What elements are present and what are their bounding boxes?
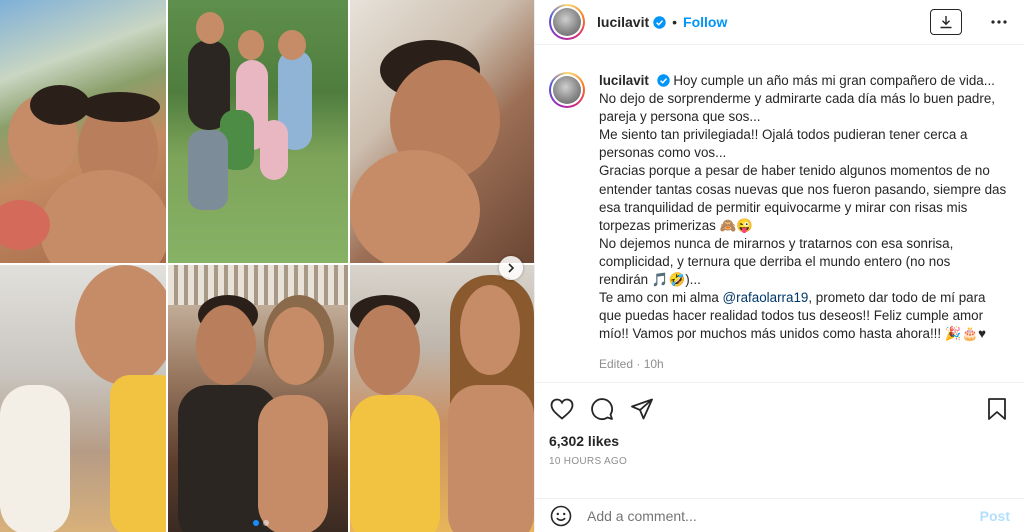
photo-collage	[0, 0, 534, 532]
edited-separator: ·	[633, 357, 644, 372]
more-options-button[interactable]	[988, 20, 1010, 24]
post-comment-button[interactable]: Post	[980, 508, 1010, 524]
next-slide-button[interactable]	[499, 256, 523, 280]
emoji-button[interactable]	[549, 504, 573, 528]
caption-line-16: mío!! Vamos por muchos más unidos como h…	[599, 326, 987, 342]
collage-photo-5	[168, 265, 350, 532]
send-icon	[631, 398, 653, 420]
caption-line-7: entender tantas cosas nuevas que nos fue…	[599, 181, 1007, 197]
save-button[interactable]	[984, 396, 1010, 422]
comment-icon	[591, 398, 613, 420]
share-button[interactable]	[629, 396, 655, 422]
caption-mention-link[interactable]: @rafaolarra19	[723, 290, 809, 305]
caption-line-9: torpezas primerizas 🙈😜	[599, 217, 753, 233]
caption-username[interactable]: lucilavit	[599, 73, 649, 88]
caption-text: lucilavit Hoy cumple un año más mi gran …	[599, 72, 1006, 374]
edited-time: 10h	[643, 357, 664, 372]
verified-badge-icon	[653, 15, 666, 29]
header-avatar[interactable]	[549, 4, 585, 40]
caption-line-1: Hoy cumple un año más mi gran compañero …	[673, 73, 995, 88]
post-panel: lucilavit • Follow lucilavit Hoy cumple …	[534, 0, 1024, 532]
collage-photo-2	[168, 0, 350, 265]
comment-button[interactable]	[589, 396, 615, 422]
profile-picture	[553, 76, 581, 104]
like-button[interactable]	[549, 396, 575, 422]
more-icon	[991, 20, 1007, 24]
caption-line-6: Gracias porque a pesar de haber tenido a…	[599, 163, 990, 179]
caption-line-3: pareja y persona que sos...	[599, 109, 761, 125]
caption-line-12: rendirán 🎵🤣)...	[599, 272, 701, 288]
carousel-dot-1	[253, 520, 259, 526]
caption-line-11: complicidad, y ternura que derriba el mu…	[599, 253, 951, 269]
post-media[interactable]	[0, 0, 534, 532]
post-header: lucilavit • Follow	[535, 0, 1024, 45]
caption-line-15: que puedas hacer realidad todos tus dese…	[599, 308, 984, 324]
download-button[interactable]	[930, 9, 962, 35]
action-bar	[549, 395, 1010, 423]
heart-icon	[550, 398, 574, 420]
chevron-right-icon	[508, 263, 515, 273]
bookmark-icon	[988, 398, 1006, 420]
caption-line-2: No dejo de sorprenderme y admirarte cada…	[599, 91, 995, 107]
likes-count[interactable]: 6,302 likes	[549, 433, 1010, 449]
caption-line-5: personas como vos...	[599, 145, 727, 161]
edited-timestamp: Edited · 10h	[599, 355, 1006, 373]
edited-label: Edited	[599, 357, 634, 372]
caption-avatar[interactable]	[549, 72, 585, 108]
header-separator: •	[672, 14, 678, 30]
comment-input[interactable]	[587, 507, 980, 524]
profile-picture	[553, 8, 581, 36]
post-timestamp[interactable]: 10 HOURS AGO	[549, 456, 1010, 467]
collage-photo-6	[350, 265, 534, 532]
carousel-indicator	[253, 520, 269, 526]
verified-badge-icon	[656, 74, 670, 87]
caption-line-4: Me siento tan privilegiada!! Ojalá todos…	[599, 127, 968, 143]
caption-line-14: , prometo dar todo de mí para	[808, 290, 986, 306]
comment-bar: Post	[535, 498, 1024, 532]
caption-line-10: No dejemos nunca de mirarnos y tratarnos…	[599, 235, 954, 251]
collage-photo-3	[350, 0, 534, 265]
header-username[interactable]: lucilavit	[597, 14, 649, 30]
caption-mention-prefix: Te amo con mi alma	[599, 290, 723, 306]
emoji-icon	[550, 505, 572, 526]
collage-photo-4	[0, 265, 168, 532]
collage-photo-1	[0, 0, 168, 265]
caption-line-8: esa tranquilidad de permitir equivocarme…	[599, 199, 968, 215]
carousel-dot-2	[263, 520, 269, 526]
post-caption: lucilavit Hoy cumple un año más mi gran …	[549, 72, 1010, 374]
download-icon	[940, 16, 952, 29]
follow-button[interactable]: Follow	[683, 14, 727, 30]
